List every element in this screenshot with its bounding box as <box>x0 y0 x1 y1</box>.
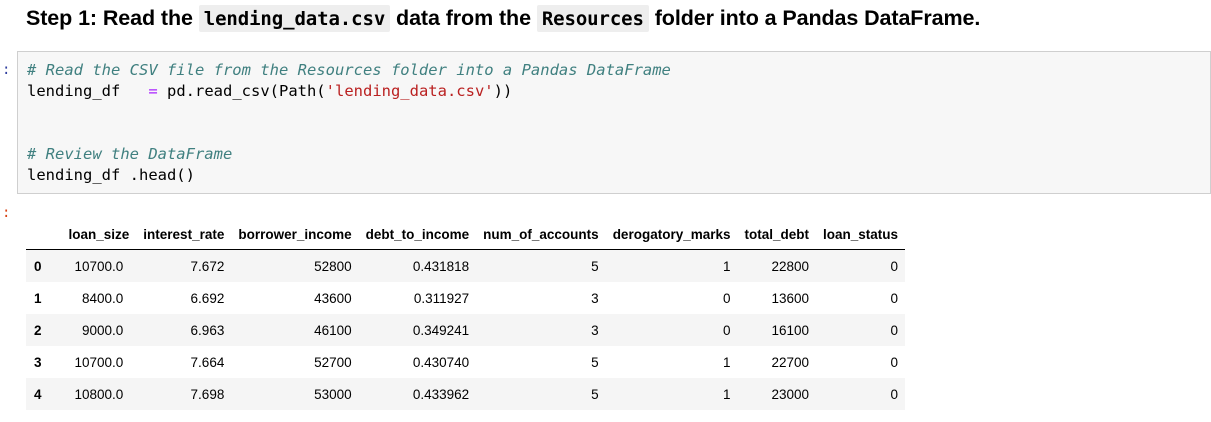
column-header: total_debt <box>737 219 817 250</box>
table-cell: 10700.0 <box>74 354 124 370</box>
table-cell: 5 <box>591 258 599 274</box>
table-cell: 1 <box>722 354 731 370</box>
table-row: 2 9000.0 6.963 46100 0.349241 3 0 16100 … <box>26 314 906 346</box>
table-row: 3 10700.0 7.664 52700 0.430740 5 1 22700… <box>26 346 905 378</box>
table-cell: 16100 <box>771 322 810 338</box>
table-cell: 1 <box>722 386 731 402</box>
table-cell: 9000.0 <box>82 322 124 338</box>
table-cell: 46100 <box>314 322 352 338</box>
input-prompt: : <box>2 62 11 78</box>
table-cell: 10700.0 <box>74 258 124 274</box>
table-cell: 0 <box>722 322 731 338</box>
heading-text-middle: data from the <box>390 6 537 30</box>
table-cell: 7.664 <box>190 354 225 370</box>
column-header: num_of_accounts <box>476 219 606 250</box>
table-cell: 13600 <box>771 290 810 306</box>
table-cell: 0.430740 <box>412 354 470 370</box>
table-cell: 22700 <box>771 354 810 370</box>
code-text[interactable]: # Read the CSV file from the Resources f… <box>27 60 671 186</box>
code-assign-operator: = <box>148 82 158 100</box>
table-cell: 7.698 <box>190 386 225 402</box>
table-header-row: loan_size interest_rate borrower_income … <box>26 219 906 250</box>
code-comment-read-csv: # Read the CSV file from the Resources f… <box>27 61 671 79</box>
code-comment-review: # Review the DataFrame <box>27 145 233 163</box>
table-cell: 0 <box>890 258 899 274</box>
heading-code-filename: lending_data.csv <box>198 5 391 32</box>
table-cell: 0 <box>890 290 899 306</box>
code-close-parens: )) <box>493 82 513 100</box>
table-cell: 52700 <box>314 354 352 370</box>
table-cell: 10800.0 <box>74 386 124 402</box>
column-header: derogatory_marks <box>605 219 738 250</box>
table-cell: 0 <box>890 354 899 370</box>
table-cell: 8400.0 <box>82 290 124 306</box>
output-prompt: : <box>2 205 11 221</box>
table-row: 1 8400.0 6.692 43600 0.311927 3 0 13600 … <box>26 282 905 314</box>
table-cell: 5 <box>591 354 599 370</box>
markdown-heading: Step 1: Read the lending_data.csv data f… <box>26 2 980 35</box>
table-cell: 23000 <box>771 386 810 402</box>
row-index: 4 <box>34 386 42 402</box>
table-cell: 52800 <box>314 258 352 274</box>
table-cell: 7.672 <box>190 258 225 274</box>
table-cell: 53000 <box>314 386 352 402</box>
table-row: 4 10800.0 7.698 53000 0.433962 5 1 23000… <box>26 378 906 410</box>
table-cell: 0.431818 <box>412 258 470 274</box>
table-cell: 1 <box>722 258 731 274</box>
table-cell: 0 <box>722 290 731 306</box>
row-index: 1 <box>34 290 42 306</box>
table-index-header <box>26 219 62 250</box>
table-cell: 3 <box>591 290 599 306</box>
table-cell: 0.311927 <box>413 290 470 306</box>
column-header: debt_to_income <box>358 219 477 250</box>
heading-text-suffix: folder into a Pandas DataFrame. <box>648 6 981 30</box>
table-cell: 6.692 <box>190 290 225 306</box>
table-cell: 6.963 <box>190 322 225 338</box>
row-index: 3 <box>34 354 42 370</box>
table-row: 0 10700.0 7.672 52800 0.431818 5 1 22800… <box>26 249 906 282</box>
table-cell: 0 <box>890 322 899 338</box>
row-index: 0 <box>34 258 42 274</box>
table-cell: 3 <box>591 322 599 338</box>
table-cell: 5 <box>591 386 599 402</box>
code-head-call: lending_df .head() <box>27 166 195 184</box>
column-header: loan_status <box>816 219 906 250</box>
table-cell: 0.349241 <box>412 322 470 338</box>
dataframe-output-table: loan_size interest_rate borrower_income … <box>26 219 906 410</box>
code-string-filename: 'lending_data.csv' <box>325 82 494 100</box>
column-header: interest_rate <box>136 219 232 250</box>
column-header: loan_size <box>61 219 137 250</box>
row-index: 2 <box>34 322 42 338</box>
code-cell-editor[interactable]: # Read the CSV file from the Resources f… <box>17 51 1211 194</box>
heading-code-folder: Resources <box>536 5 649 32</box>
table-cell: 22800 <box>771 258 810 274</box>
table-cell: 0.433962 <box>412 386 470 402</box>
code-var-lending-df: lending_df <box>27 82 149 100</box>
notebook-page: Step 1: Read the lending_data.csv data f… <box>0 0 1211 422</box>
table-cell: 0 <box>890 386 899 402</box>
code-read-csv-call: pd.read_csv(Path( <box>157 82 326 100</box>
heading-text-prefix: Step 1: Read the <box>26 6 199 30</box>
table-cell: 43600 <box>314 290 352 306</box>
column-header: borrower_income <box>231 219 359 250</box>
